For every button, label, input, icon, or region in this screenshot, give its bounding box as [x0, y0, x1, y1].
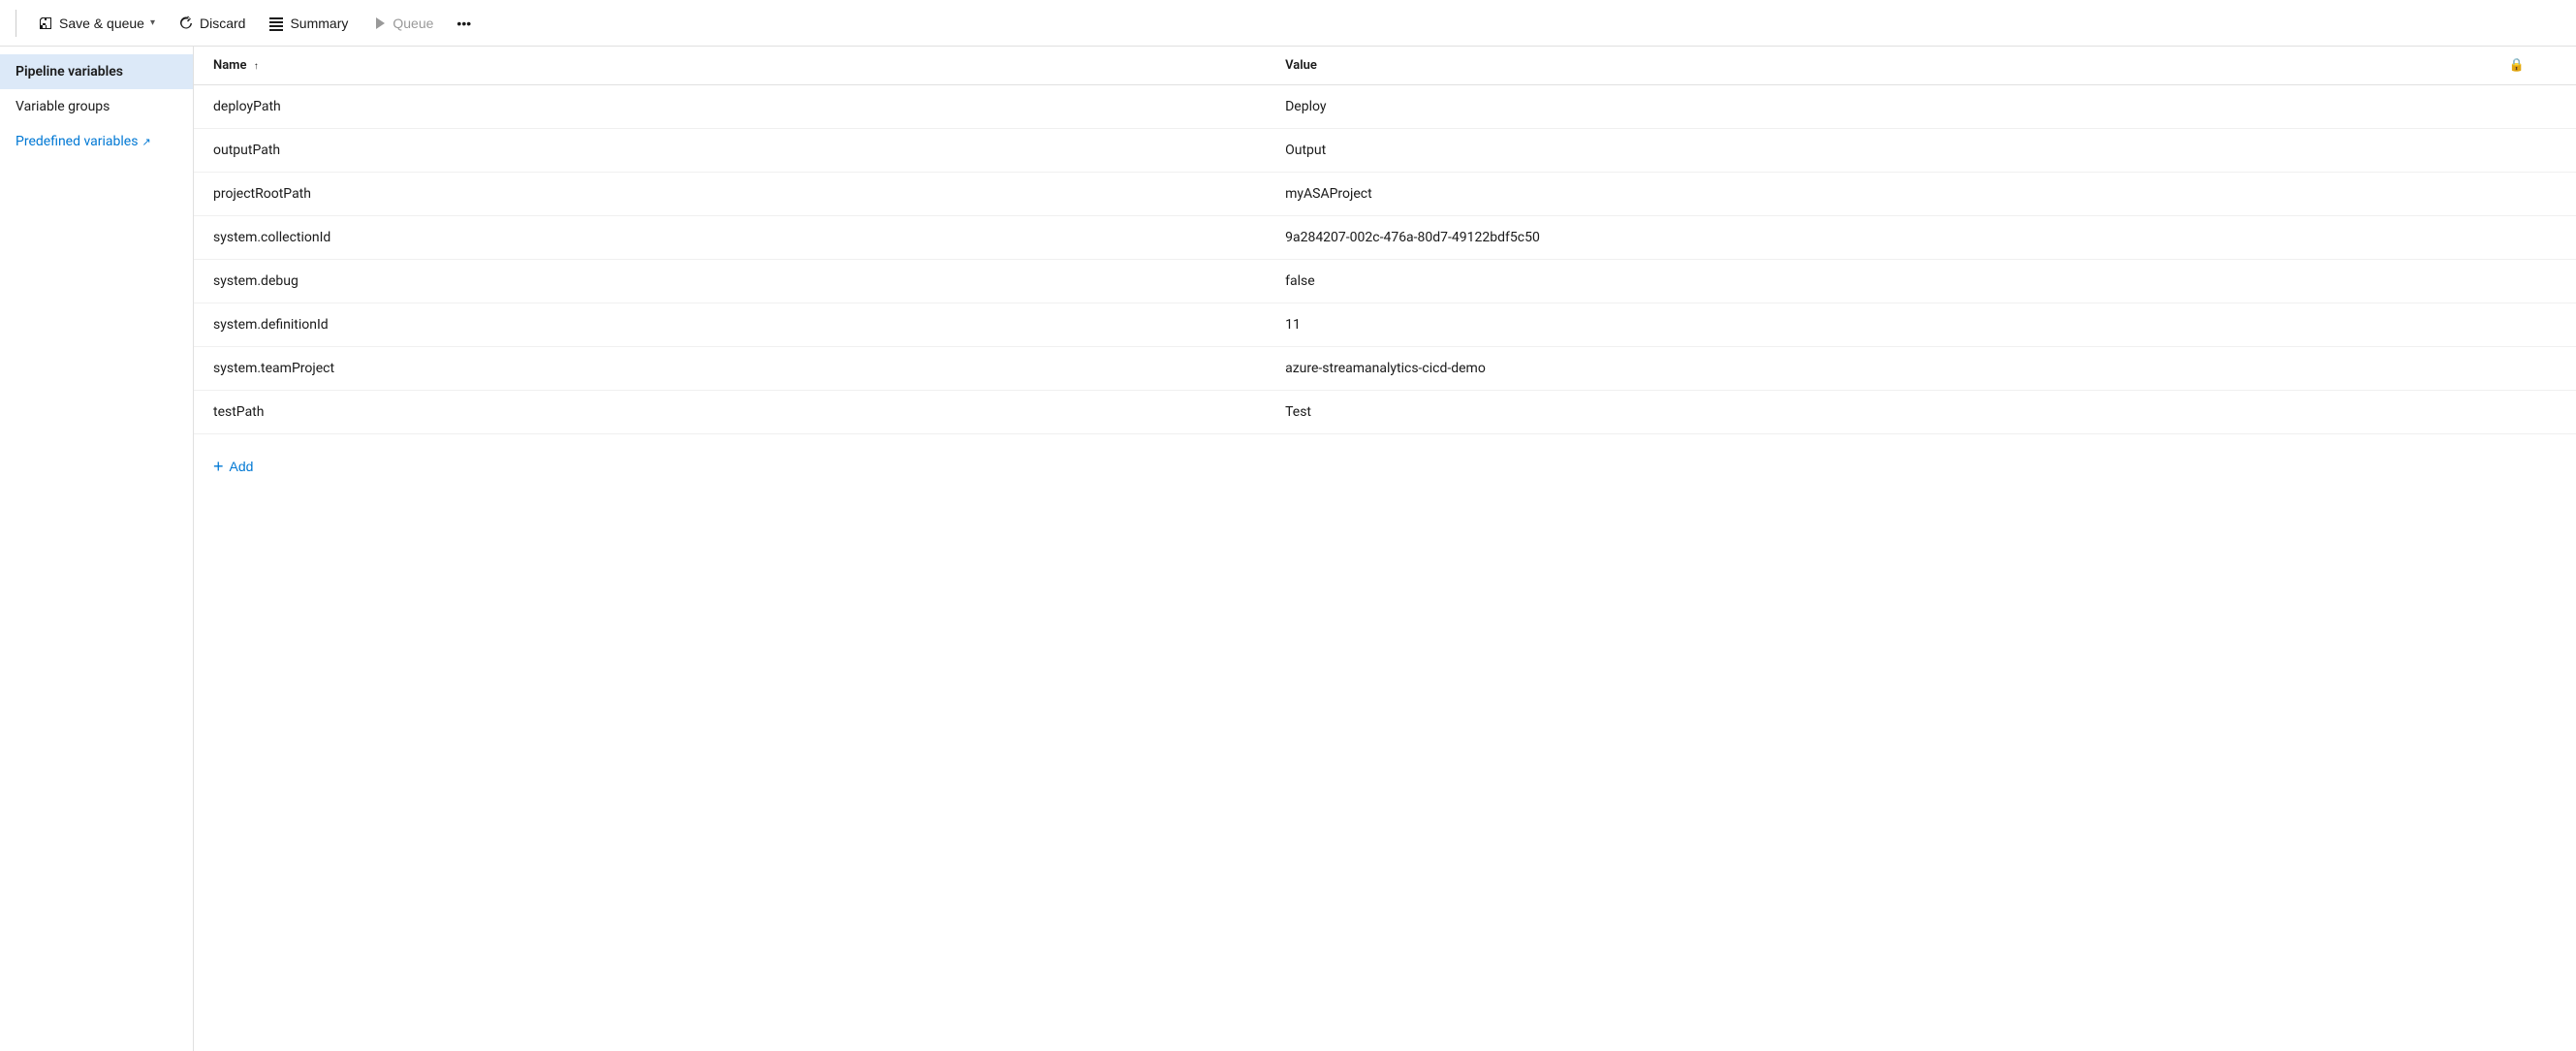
variable-lock-cell	[2457, 216, 2576, 260]
variable-value-cell: Deploy	[1266, 85, 2457, 129]
discard-icon	[178, 16, 194, 31]
name-header-label: Name	[213, 58, 246, 73]
variable-value-cell: false	[1266, 260, 2457, 303]
queue-icon	[371, 16, 387, 31]
variable-lock-cell	[2457, 173, 2576, 216]
queue-label: Queue	[393, 16, 433, 31]
summary-label: Summary	[290, 16, 348, 31]
chevron-down-icon: ▾	[150, 17, 155, 28]
table-row[interactable]: outputPathOutput	[194, 129, 2576, 173]
pipeline-variables-label: Pipeline variables	[16, 64, 123, 80]
variable-value-cell: 11	[1266, 303, 2457, 347]
toolbar: Save & queue ▾ Discard Summary Queue •••	[0, 0, 2576, 47]
sidebar-item-variable-groups[interactable]: Variable groups	[0, 89, 193, 124]
more-options-button[interactable]: •••	[447, 10, 481, 37]
variables-area: Name ↑ Value 🔒 deployPathDeployoutputPat…	[194, 47, 2576, 1051]
variable-value-cell: Output	[1266, 129, 2457, 173]
discard-label: Discard	[200, 16, 245, 31]
variable-name-cell: projectRootPath	[194, 173, 1266, 216]
table-header-row: Name ↑ Value 🔒	[194, 47, 2576, 85]
variable-lock-cell	[2457, 347, 2576, 391]
variable-lock-cell	[2457, 129, 2576, 173]
variables-table: Name ↑ Value 🔒 deployPathDeployoutputPat…	[194, 47, 2576, 434]
save-icon	[38, 16, 53, 31]
add-row: + Add	[194, 434, 2576, 498]
discard-button[interactable]: Discard	[169, 10, 255, 37]
variable-value-cell: myASAProject	[1266, 173, 2457, 216]
table-row[interactable]: system.debugfalse	[194, 260, 2576, 303]
external-link-icon: ↗	[141, 136, 150, 148]
save-queue-button[interactable]: Save & queue ▾	[28, 10, 165, 37]
table-row[interactable]: projectRootPathmyASAProject	[194, 173, 2576, 216]
table-row[interactable]: system.definitionId11	[194, 303, 2576, 347]
variable-name-cell: system.teamProject	[194, 347, 1266, 391]
variable-lock-cell	[2457, 260, 2576, 303]
variable-lock-cell	[2457, 303, 2576, 347]
variable-groups-label: Variable groups	[16, 99, 110, 114]
variable-name-cell: outputPath	[194, 129, 1266, 173]
variable-value-cell: Test	[1266, 391, 2457, 434]
value-header-label: Value	[1285, 58, 1317, 73]
sidebar: Pipeline variables Variable groups Prede…	[0, 47, 194, 1051]
sidebar-item-pipeline-variables[interactable]: Pipeline variables	[0, 54, 193, 89]
variable-name-cell: system.definitionId	[194, 303, 1266, 347]
add-plus-icon: +	[213, 458, 224, 475]
table-row[interactable]: system.collectionId9a284207-002c-476a-80…	[194, 216, 2576, 260]
value-column-header[interactable]: Value	[1266, 47, 2457, 85]
add-variable-button[interactable]: + Add	[213, 454, 253, 479]
add-label: Add	[230, 459, 254, 474]
predefined-variables-label: Predefined variables	[16, 134, 138, 149]
variable-lock-cell	[2457, 391, 2576, 434]
variable-lock-cell	[2457, 85, 2576, 129]
table-row[interactable]: deployPathDeploy	[194, 85, 2576, 129]
sort-ascending-icon: ↑	[254, 61, 259, 72]
predefined-variables-link[interactable]: Predefined variables ↗	[0, 124, 193, 159]
table-row[interactable]: testPathTest	[194, 391, 2576, 434]
table-row[interactable]: system.teamProjectazure-streamanalytics-…	[194, 347, 2576, 391]
variable-value-cell: 9a284207-002c-476a-80d7-49122bdf5c50	[1266, 216, 2457, 260]
summary-button[interactable]: Summary	[259, 10, 358, 37]
variable-name-cell: system.collectionId	[194, 216, 1266, 260]
variable-name-cell: deployPath	[194, 85, 1266, 129]
more-options-icon: •••	[456, 16, 471, 31]
main-content: Pipeline variables Variable groups Prede…	[0, 47, 2576, 1051]
summary-icon	[268, 16, 284, 31]
lock-column-header: 🔒	[2457, 47, 2576, 85]
save-queue-label: Save & queue	[59, 16, 144, 31]
queue-button[interactable]: Queue	[361, 10, 443, 37]
name-column-header[interactable]: Name ↑	[194, 47, 1266, 85]
lock-header-icon: 🔒	[2508, 58, 2524, 73]
variable-name-cell: testPath	[194, 391, 1266, 434]
variable-value-cell: azure-streamanalytics-cicd-demo	[1266, 347, 2457, 391]
variable-name-cell: system.debug	[194, 260, 1266, 303]
